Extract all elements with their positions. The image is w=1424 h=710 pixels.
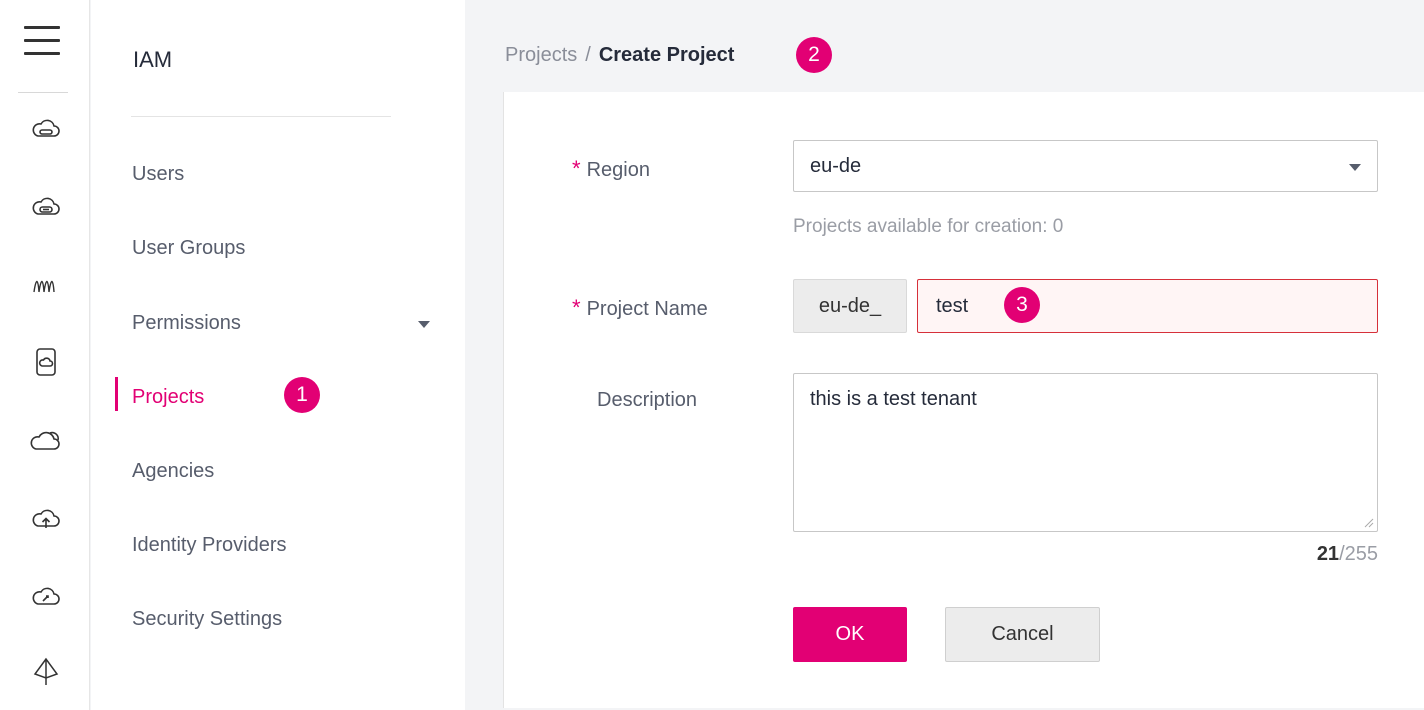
cloud-icon[interactable]: [30, 425, 62, 457]
page-title: Create Project: [598, 44, 735, 66]
sidebar-item-security-settings[interactable]: Security Settings: [91, 599, 465, 639]
cancel-button[interactable]: Cancel: [945, 607, 1100, 662]
resize-handle-icon[interactable]: [1362, 516, 1374, 528]
sidebar-item-agencies[interactable]: Agencies: [91, 451, 465, 491]
step-badge-1: 1: [284, 377, 320, 413]
breadcrumb: Projects / Create Project: [505, 44, 734, 67]
sidebar-item-identity-providers[interactable]: Identity Providers: [91, 525, 465, 565]
cloud-server-icon[interactable]: [30, 114, 62, 146]
char-counter: 21/255: [1316, 543, 1378, 565]
project-name-prefix: eu-de_: [793, 279, 907, 333]
sidebar-divider: [131, 116, 391, 117]
sidebar-title: IAM: [133, 47, 173, 72]
breadcrumb-link-projects[interactable]: Projects: [505, 44, 577, 66]
step-badge-3: 3: [1004, 287, 1040, 323]
required-mark: *: [572, 156, 581, 181]
sidebar-item-projects[interactable]: Projects 1: [91, 377, 465, 417]
cloud-speed-icon[interactable]: [30, 580, 62, 612]
sidebar-item-label: Users: [132, 163, 185, 185]
sidebar-item-label: Security Settings: [132, 608, 283, 630]
description-label: Description: [597, 389, 698, 411]
sidebar-item-label: Agencies: [132, 460, 215, 482]
project-name-label: * Project Name: [572, 295, 708, 320]
mobile-cloud-icon[interactable]: [30, 346, 62, 378]
sidebar-item-label: Identity Providers: [132, 534, 287, 556]
description-textarea[interactable]: this is a test tenant: [793, 373, 1378, 532]
rail-divider: [18, 92, 68, 93]
sidebar-item-permissions[interactable]: Permissions: [91, 303, 465, 343]
chevron-down-icon: [418, 321, 430, 328]
network-icon[interactable]: [30, 656, 62, 688]
cloud-storage-icon[interactable]: [30, 192, 62, 224]
region-select[interactable]: eu-de: [793, 140, 1378, 192]
sidebar-item-user-groups[interactable]: User Groups: [91, 228, 465, 268]
sidebar-item-label: Projects: [132, 386, 205, 408]
step-badge-2: 2: [796, 37, 832, 73]
active-indicator: [115, 377, 118, 411]
region-label: * Region: [572, 156, 650, 181]
project-name-input[interactable]: [917, 279, 1378, 333]
breadcrumb-separator: /: [585, 44, 591, 66]
region-value: eu-de: [810, 155, 862, 177]
sidebar-item-label: User Groups: [132, 237, 246, 259]
icon-rail: [0, 0, 90, 710]
required-mark: *: [572, 295, 581, 320]
region-hint: Projects available for creation: 0: [793, 216, 1064, 237]
chevron-down-icon: [1349, 164, 1361, 171]
sidebar: IAM Users User Groups Permissions Projec…: [91, 0, 465, 710]
sidebar-item-users[interactable]: Users: [91, 154, 465, 194]
monitoring-icon[interactable]: [30, 268, 62, 300]
cloud-upload-icon[interactable]: [30, 502, 62, 534]
ok-button[interactable]: OK: [793, 607, 907, 662]
sidebar-item-label: Permissions: [132, 312, 241, 334]
menu-icon[interactable]: [24, 26, 60, 56]
